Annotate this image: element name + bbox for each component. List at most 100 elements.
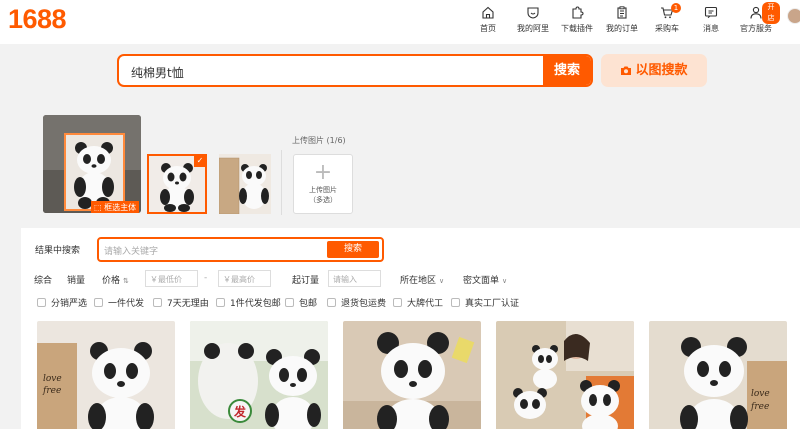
checkbox-icon bbox=[285, 298, 294, 307]
cropped-image-thumbnail[interactable]: ✓ bbox=[147, 154, 207, 214]
nav-official-service[interactable]: 官方服务 开店 bbox=[732, 2, 780, 34]
nav-cart-label: 采购车 bbox=[655, 24, 679, 33]
checkbox-distribution[interactable]: 分销严选 bbox=[37, 296, 87, 309]
crop-selection-box[interactable] bbox=[64, 133, 125, 211]
checkbox-dropship[interactable]: 一件代发 bbox=[94, 296, 144, 309]
site-logo[interactable]: 1688 bbox=[8, 4, 67, 35]
panda-image bbox=[219, 154, 271, 214]
product-card[interactable] bbox=[343, 321, 481, 429]
search-input[interactable]: 纯棉男t恤 bbox=[131, 64, 184, 81]
svg-text:love: love bbox=[43, 374, 62, 384]
upload-text-line2: （多选） bbox=[309, 196, 337, 204]
checkbox-icon bbox=[216, 298, 225, 307]
nav-home[interactable]: 首页 bbox=[464, 6, 512, 34]
main-search-bar: 纯棉男t恤 搜索 bbox=[117, 54, 593, 87]
product-card[interactable]: love free bbox=[649, 321, 787, 429]
results-panel: 结果中搜索 请输入关键字 搜索 综合 销量 价格 ⇅ ￥最低价 - ￥最高价 起订… bbox=[21, 228, 800, 429]
checkbox-dropship-free-shipping[interactable]: 1件代发包邮 bbox=[216, 296, 281, 309]
region-filter-label: 所在地区 bbox=[400, 276, 437, 286]
sort-comprehensive[interactable]: 综合 bbox=[34, 273, 52, 286]
moq-label: 起订量 bbox=[292, 276, 320, 286]
nav-my-orders[interactable]: 我的订单 bbox=[598, 6, 646, 34]
price-min-input[interactable]: ￥最低价 bbox=[145, 270, 198, 287]
moq-input[interactable]: 请输入 bbox=[328, 270, 381, 287]
checkbox-dropship-free-shipping-label: 1件代发包邮 bbox=[230, 299, 281, 309]
image-search-button[interactable]: 以图搜款 bbox=[601, 54, 707, 87]
svg-text:发: 发 bbox=[233, 404, 247, 419]
chevron-down-icon: ∨ bbox=[439, 277, 445, 285]
checkbox-dropship-label: 一件代发 bbox=[108, 299, 145, 309]
product-image: 发 bbox=[190, 321, 328, 429]
thumbnail-divider bbox=[281, 150, 282, 215]
svg-text:free: free bbox=[42, 386, 61, 396]
upload-text-line1: 上传图片 bbox=[309, 186, 337, 194]
checkbox-brand-oem-label: 大牌代工 bbox=[407, 299, 444, 309]
sort-sales[interactable]: 销量 bbox=[67, 273, 85, 286]
cart-count-badge: 1 bbox=[671, 3, 681, 13]
plus-icon: + bbox=[313, 160, 333, 185]
checkbox-icon bbox=[37, 298, 46, 307]
camera-icon bbox=[621, 66, 632, 75]
upload-image-button[interactable]: + 上传图片 （多选） bbox=[293, 154, 353, 214]
nav-official-service-label: 官方服务 bbox=[740, 24, 772, 33]
checkbox-7day-return-label: 7天无理由 bbox=[167, 299, 209, 309]
svg-text:free: free bbox=[750, 402, 769, 412]
checkbox-icon bbox=[451, 298, 460, 307]
product-card[interactable]: 发 bbox=[190, 321, 328, 429]
checkbox-distribution-label: 分销严选 bbox=[51, 299, 88, 309]
checkbox-icon bbox=[393, 298, 402, 307]
top-bar: 1688 首页 我的阿里 下载插件 我的订单 采购车 1 消息 官方服务 开店 bbox=[0, 0, 800, 44]
search-within-box: 请输入关键字 搜索 bbox=[97, 237, 384, 262]
checkbox-return-shipping[interactable]: 退货包运费 bbox=[327, 296, 386, 309]
puzzle-icon bbox=[572, 6, 584, 19]
clipboard-icon bbox=[617, 6, 627, 19]
avatar[interactable] bbox=[787, 8, 800, 24]
search-within-button[interactable]: 搜索 bbox=[327, 241, 379, 258]
image-thumbnail-3[interactable] bbox=[219, 154, 271, 214]
open-store-badge[interactable]: 开店 bbox=[762, 2, 780, 24]
nav-download-plugin-label: 下载插件 bbox=[561, 24, 593, 33]
checkbox-verified-factory[interactable]: 真实工厂认证 bbox=[451, 296, 519, 309]
upload-count-label: 上传图片 (1/6) bbox=[292, 136, 346, 145]
sort-price-label: 价格 bbox=[102, 276, 121, 286]
checkbox-brand-oem[interactable]: 大牌代工 bbox=[393, 296, 443, 309]
product-image bbox=[343, 321, 481, 429]
crop-label: 框选主体 bbox=[104, 203, 137, 212]
person-icon bbox=[750, 6, 762, 19]
crop-subject-button[interactable]: ⬚ 框选主体 bbox=[91, 201, 140, 213]
nav-my-orders-label: 我的订单 bbox=[606, 24, 638, 33]
nav-cart[interactable]: 采购车 1 bbox=[643, 3, 691, 34]
selected-check-icon: ✓ bbox=[194, 156, 205, 167]
region-filter[interactable]: 所在地区 ∨ bbox=[400, 273, 444, 286]
nav-messages[interactable]: 消息 bbox=[687, 6, 735, 34]
message-icon bbox=[704, 6, 718, 19]
main-image-thumbnail[interactable]: ⬚ 框选主体 bbox=[43, 115, 141, 213]
product-card[interactable]: love free bbox=[37, 321, 175, 429]
waybill-filter-label: 密文面单 bbox=[463, 276, 500, 286]
sort-price-chevron-icon: ⇅ bbox=[123, 277, 129, 285]
nav-download-plugin[interactable]: 下载插件 bbox=[553, 6, 601, 34]
home-icon bbox=[482, 6, 494, 19]
checkbox-return-shipping-label: 退货包运费 bbox=[341, 299, 387, 309]
checkbox-verified-factory-label: 真实工厂认证 bbox=[465, 299, 520, 309]
product-image: love free bbox=[37, 321, 175, 429]
nav-home-label: 首页 bbox=[480, 24, 496, 33]
waybill-filter[interactable]: 密文面单 ∨ bbox=[463, 273, 507, 286]
nav-my-ali-label: 我的阿里 bbox=[517, 24, 549, 33]
checkbox-free-shipping[interactable]: 包邮 bbox=[285, 296, 317, 309]
nav-my-ali[interactable]: 我的阿里 bbox=[509, 6, 557, 34]
shield-icon bbox=[527, 7, 539, 19]
price-max-input[interactable]: ￥最高价 bbox=[218, 270, 271, 287]
checkbox-icon bbox=[153, 298, 162, 307]
checkbox-7day-return[interactable]: 7天无理由 bbox=[153, 296, 209, 309]
checkbox-free-shipping-label: 包邮 bbox=[299, 299, 318, 309]
price-range-dash: - bbox=[204, 273, 208, 283]
checkbox-icon bbox=[94, 298, 103, 307]
search-within-input[interactable]: 请输入关键字 bbox=[104, 244, 158, 257]
search-button[interactable]: 搜索 bbox=[543, 56, 591, 85]
sort-price[interactable]: 价格 ⇅ bbox=[102, 273, 129, 286]
image-search-label: 以图搜款 bbox=[635, 63, 688, 78]
search-within-label: 结果中搜索 bbox=[35, 246, 81, 256]
product-card[interactable] bbox=[496, 321, 634, 429]
chevron-down-icon: ∨ bbox=[502, 277, 508, 285]
